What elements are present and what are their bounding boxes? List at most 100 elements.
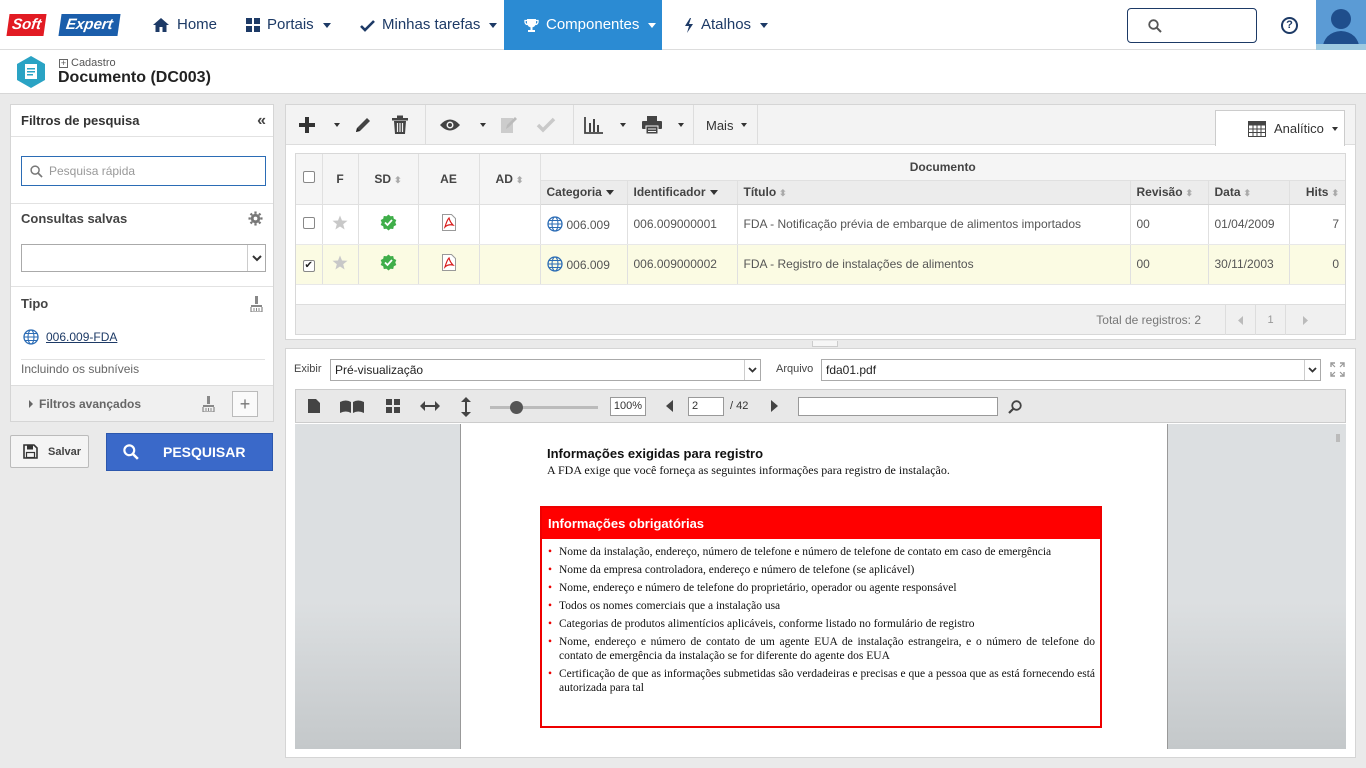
col-identificador[interactable]: Identificador bbox=[627, 180, 738, 205]
delete-button[interactable] bbox=[380, 105, 420, 145]
col-ae[interactable]: AE bbox=[418, 154, 480, 205]
pdf-scrollbar[interactable] bbox=[1336, 434, 1340, 442]
chart-button[interactable] bbox=[574, 105, 614, 145]
col-titulo[interactable]: Título ⬍ bbox=[737, 180, 1131, 205]
two-page-icon[interactable] bbox=[340, 399, 364, 413]
bar-chart-icon bbox=[584, 117, 603, 134]
col-titulo-label: Título bbox=[743, 185, 777, 199]
col-ad[interactable]: AD ⬍ bbox=[479, 154, 541, 205]
zoom-slider[interactable] bbox=[490, 401, 598, 414]
nav-atalhos[interactable]: Atalhos bbox=[684, 0, 769, 50]
star-icon[interactable] bbox=[332, 215, 348, 230]
thumbnails-icon[interactable] bbox=[386, 399, 400, 413]
checkout-edit-button[interactable] bbox=[492, 105, 526, 145]
row-checkbox-checked[interactable]: ✔ bbox=[302, 259, 315, 272]
arquivo-select[interactable]: fda01.pdf bbox=[821, 359, 1321, 381]
exibir-select[interactable]: Pré-visualização bbox=[330, 359, 761, 381]
advanced-filters-toggle[interactable]: Filtros avançados bbox=[29, 397, 141, 411]
col-sd[interactable]: SD ⬍ bbox=[358, 154, 419, 205]
view-dropdown-caret[interactable] bbox=[480, 123, 486, 127]
panel-splitter[interactable] bbox=[812, 341, 838, 352]
doc-intro: A FDA exige que você forneça as seguinte… bbox=[547, 463, 950, 477]
categoria-value: 006.009 bbox=[566, 218, 610, 232]
favorite-cell[interactable] bbox=[322, 204, 359, 245]
breadcrumb[interactable]: + Cadastro bbox=[59, 57, 116, 69]
view-mode-label: Analítico bbox=[1274, 121, 1324, 136]
col-categoria[interactable]: Categoria bbox=[540, 180, 628, 205]
col-hits[interactable]: Hits ⬍ bbox=[1289, 180, 1346, 205]
pdf-icon[interactable] bbox=[441, 214, 456, 231]
view-button[interactable] bbox=[426, 105, 474, 145]
star-icon[interactable] bbox=[332, 255, 348, 270]
select-all-checkbox-cell[interactable] bbox=[296, 154, 323, 205]
approve-button[interactable] bbox=[526, 105, 566, 145]
col-identificador-label: Identificador bbox=[633, 185, 706, 199]
nav-portais[interactable]: Portais bbox=[246, 0, 331, 50]
sort-icon: ⬍ bbox=[1243, 188, 1252, 198]
saved-queries-select[interactable] bbox=[21, 244, 266, 272]
col-data[interactable]: Data ⬍ bbox=[1208, 180, 1290, 205]
ad-cell bbox=[479, 204, 541, 245]
fit-height-icon[interactable] bbox=[461, 397, 471, 417]
pdf-render-area[interactable]: Informações exigidas para registro A FDA… bbox=[295, 424, 1346, 749]
row-checkbox[interactable] bbox=[302, 216, 315, 229]
exibir-label: Exibir bbox=[294, 363, 322, 375]
fit-width-icon[interactable] bbox=[420, 401, 440, 411]
search-icon bbox=[1148, 19, 1162, 33]
prev-page-button[interactable] bbox=[1225, 305, 1255, 335]
table-footer: Total de registros: 2 1 bbox=[296, 304, 1345, 335]
add-button[interactable] bbox=[286, 105, 328, 145]
gear-icon[interactable] bbox=[248, 211, 263, 226]
page-number[interactable]: 1 bbox=[1255, 305, 1285, 335]
print-button[interactable] bbox=[632, 105, 672, 145]
single-page-icon[interactable] bbox=[308, 399, 320, 413]
help-icon[interactable]: ? bbox=[1281, 17, 1298, 34]
more-menu-button[interactable]: Mais bbox=[694, 118, 759, 133]
user-avatar[interactable] bbox=[1316, 0, 1366, 50]
quick-search-input[interactable]: Pesquisa rápida bbox=[21, 156, 266, 186]
records-toolbar: Mais Analítico bbox=[286, 105, 1355, 146]
clear-broom-icon[interactable] bbox=[250, 296, 263, 312]
view-mode-tab[interactable]: Analítico bbox=[1215, 110, 1345, 146]
table-row[interactable]: ✔ 006.009 006.009000002 FDA - Registro d… bbox=[296, 244, 1346, 285]
zoom-slider-knob[interactable] bbox=[510, 401, 523, 414]
data-cell: 30/11/2003 bbox=[1208, 244, 1290, 285]
zoom-input[interactable]: 100% bbox=[610, 397, 646, 416]
clear-broom-icon[interactable] bbox=[202, 396, 215, 412]
pdf-icon[interactable] bbox=[441, 254, 456, 271]
col-f[interactable]: F bbox=[322, 154, 359, 205]
collapse-panel-icon[interactable]: « bbox=[257, 112, 266, 130]
softexpert-logo[interactable]: Soft Expert bbox=[6, 14, 122, 36]
select-all-checkbox[interactable] bbox=[302, 171, 315, 184]
favorite-cell[interactable] bbox=[322, 244, 359, 285]
add-filter-button[interactable]: + bbox=[232, 391, 258, 417]
advanced-filters-bar[interactable]: Filtros avançados + bbox=[11, 385, 273, 421]
nav-home[interactable]: Home bbox=[152, 0, 217, 50]
attachment-cell[interactable] bbox=[418, 204, 480, 245]
row-checkbox-cell[interactable] bbox=[296, 204, 323, 245]
find-text-input[interactable] bbox=[798, 397, 998, 416]
divider bbox=[11, 286, 273, 287]
global-search-input[interactable] bbox=[1127, 8, 1257, 43]
list-item: Nome, endereço e número de contato de um… bbox=[548, 635, 1095, 663]
next-page-button[interactable] bbox=[1285, 305, 1325, 335]
search-button[interactable]: PESQUISAR bbox=[106, 433, 273, 471]
table-grid-icon bbox=[1248, 120, 1266, 137]
add-dropdown-caret[interactable] bbox=[334, 123, 340, 127]
col-revisao[interactable]: Revisão ⬍ bbox=[1130, 180, 1209, 205]
prev-page-icon[interactable] bbox=[666, 400, 673, 412]
save-button[interactable]: Salvar bbox=[10, 435, 89, 468]
edit-button[interactable] bbox=[346, 105, 380, 145]
tipo-filter-link[interactable]: 006.009-FDA bbox=[23, 329, 117, 345]
attachment-cell[interactable] bbox=[418, 244, 480, 285]
nav-componentes[interactable]: Componentes bbox=[504, 0, 662, 50]
row-checkbox-cell[interactable]: ✔ bbox=[296, 244, 323, 285]
page-number-input[interactable]: 2 bbox=[688, 397, 724, 416]
chart-dropdown-caret[interactable] bbox=[620, 123, 626, 127]
nav-minhas-tarefas[interactable]: Minhas tarefas bbox=[360, 0, 498, 50]
print-dropdown-caret[interactable] bbox=[678, 123, 684, 127]
table-row[interactable]: 006.009 006.009000001 FDA - Notificação … bbox=[296, 204, 1346, 245]
search-icon[interactable] bbox=[1008, 400, 1022, 414]
next-page-icon[interactable] bbox=[771, 400, 778, 412]
fullscreen-icon[interactable] bbox=[1330, 362, 1345, 377]
